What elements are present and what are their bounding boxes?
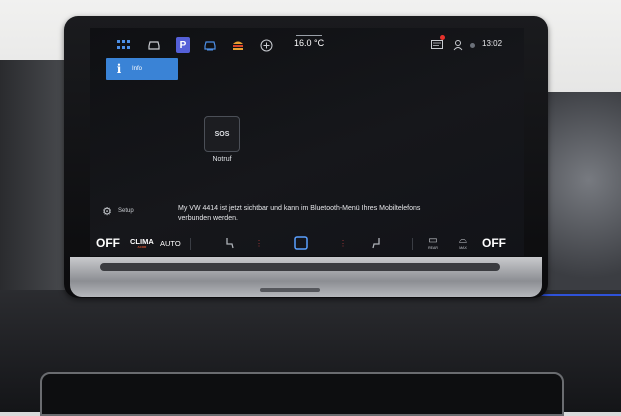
sos-icon: SOS <box>214 130 230 138</box>
food-icon[interactable] <box>230 37 246 53</box>
bluetooth-message: My VW 4414 ist jetzt sichtbar und kann i… <box>178 205 421 222</box>
heat-level-right-icon: ⋮ <box>339 238 347 248</box>
apps-grid-icon[interactable] <box>116 37 132 53</box>
setup-label: Setup <box>118 208 134 214</box>
rear-label: REAR <box>428 246 438 250</box>
infotainment-screen: P 16.0 °C 13:02 i Info SOS Notruf ⚙ Setu… <box>90 28 524 256</box>
air-vent <box>40 372 564 416</box>
rear-defrost-button[interactable]: ▭ REAR <box>424 234 442 252</box>
car-icon[interactable] <box>146 37 162 53</box>
temperature-indicator-line <box>296 35 322 36</box>
max-label: MAX <box>459 246 467 250</box>
auto-button[interactable]: AUTO <box>160 234 181 252</box>
info-label: Info <box>132 66 143 72</box>
chrome-accent <box>260 288 320 292</box>
home-button[interactable] <box>294 234 308 252</box>
seat-heat-left-icon[interactable] <box>222 234 236 252</box>
clima-button[interactable]: CLIMA ACOR <box>130 234 154 252</box>
climate-off-left-button[interactable]: OFF <box>96 234 120 252</box>
gear-icon: ⚙ <box>102 205 112 218</box>
windshield-defrost-icon: ⌓ <box>459 235 467 246</box>
climate-bar: OFF CLIMA ACOR AUTO ⋮ ⋮ ▭ REAR ⌓ MAX OFF <box>90 230 524 256</box>
setup-button[interactable]: ⚙ Setup <box>100 204 134 218</box>
sos-button[interactable]: SOS <box>204 116 240 152</box>
climate-off-right-button[interactable]: OFF <box>482 234 506 252</box>
connection-status-icon <box>470 43 475 48</box>
divider <box>190 238 191 250</box>
info-button[interactable]: i Info <box>106 58 178 80</box>
slider-bar[interactable] <box>100 263 500 271</box>
temperature-readout[interactable]: 16.0 °C <box>294 38 324 48</box>
divider <box>412 238 413 250</box>
ambient-light-strip <box>530 294 621 296</box>
clock: 13:02 <box>482 39 503 48</box>
notification-badge <box>440 35 445 40</box>
seat-heat-right-icon[interactable] <box>370 234 384 252</box>
status-bar: P 16.0 °C 13:02 <box>90 28 524 62</box>
user-icon[interactable] <box>452 37 464 53</box>
parking-icon[interactable]: P <box>176 37 190 53</box>
info-icon: i <box>116 62 122 76</box>
dashboard-right-panel <box>540 92 621 312</box>
dashboard-left-panel <box>0 60 70 290</box>
assist-icon[interactable] <box>202 37 218 53</box>
heat-level-left-icon: ⋮ <box>255 238 263 248</box>
sos-label: Notruf <box>212 156 232 163</box>
rear-defrost-icon: ▭ <box>428 235 438 246</box>
add-icon[interactable] <box>258 37 274 53</box>
max-defrost-button[interactable]: ⌓ MAX <box>454 234 472 252</box>
clima-sub-label: ACOR <box>137 245 147 249</box>
